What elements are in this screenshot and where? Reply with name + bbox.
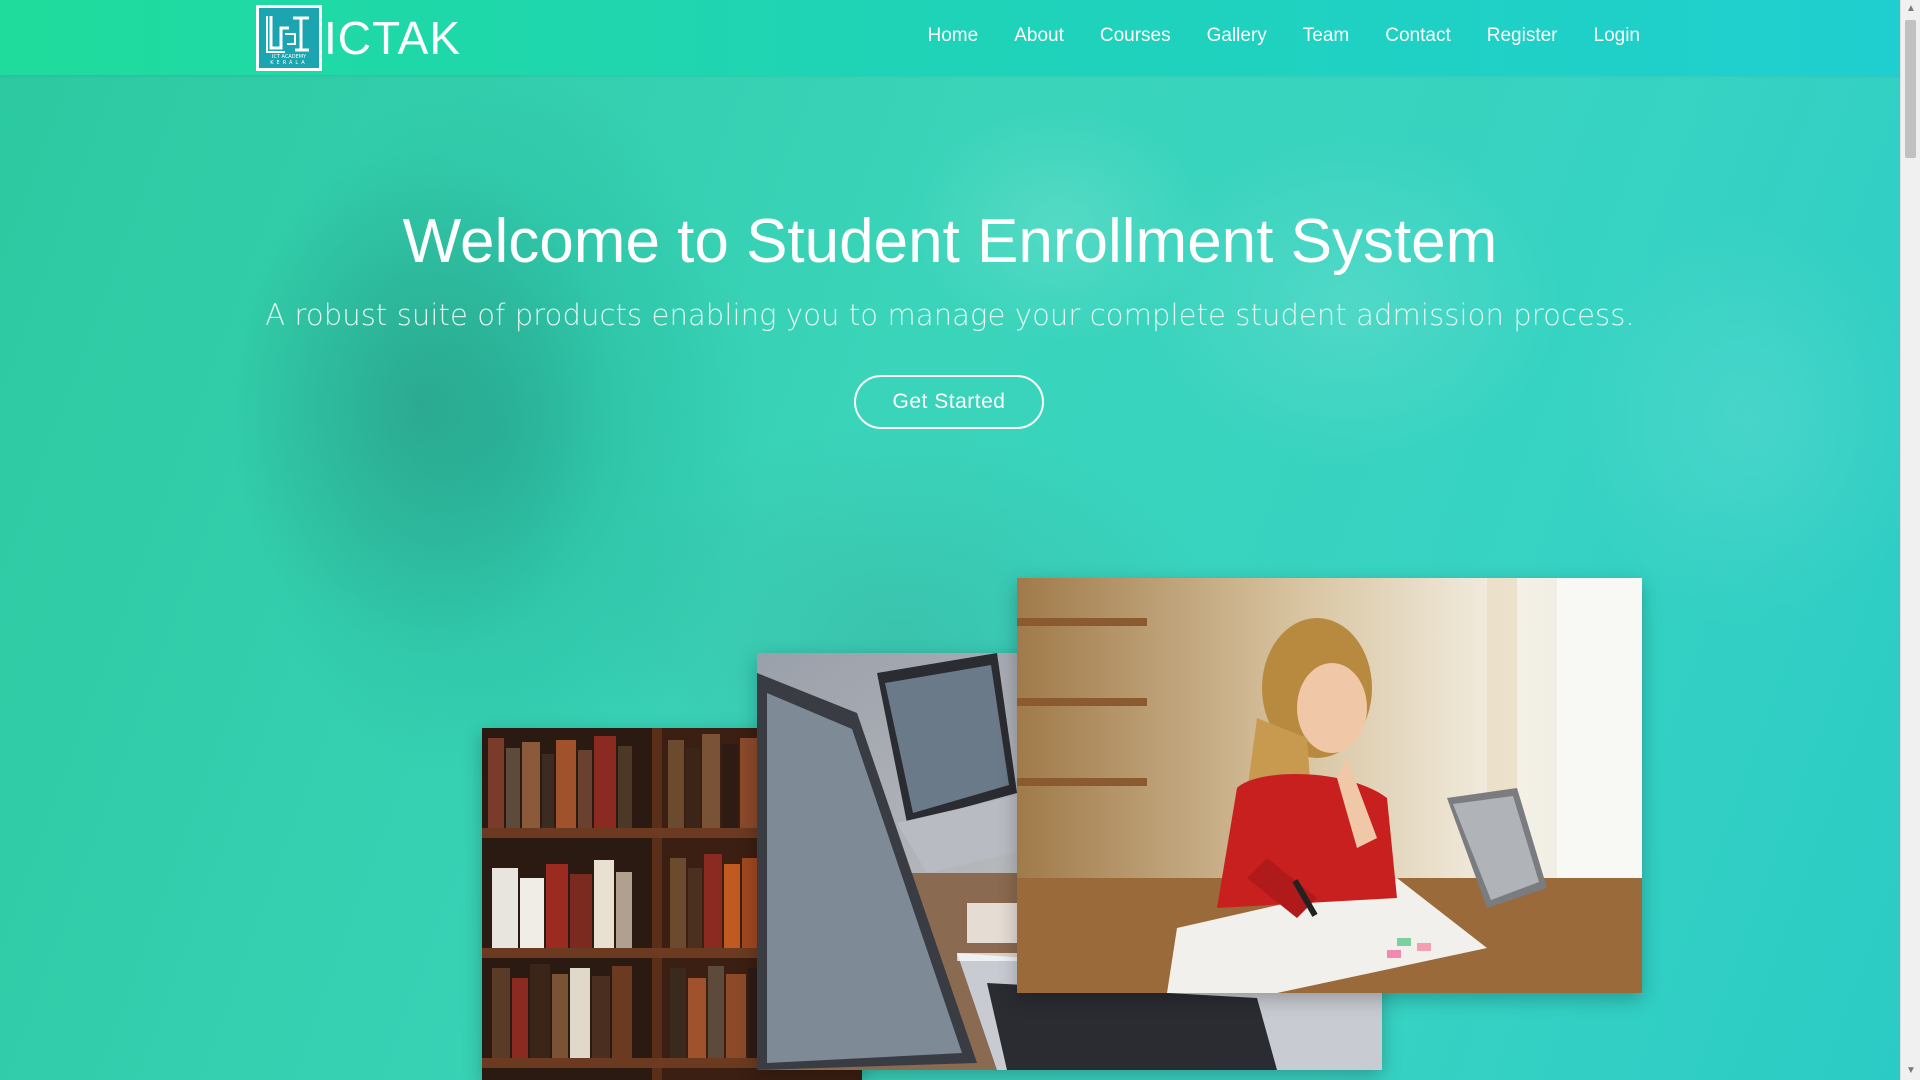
- student-studying-image: [1017, 578, 1642, 993]
- brand[interactable]: ICT ACADEMY KERALA ICTAK: [256, 2, 461, 74]
- nav-register[interactable]: Register: [1487, 25, 1558, 47]
- chevron-down-icon[interactable]: ▼: [1901, 1062, 1920, 1080]
- nav-home[interactable]: Home: [928, 25, 979, 47]
- logo-text-bottom: KERALA: [270, 60, 308, 66]
- hero-subtitle: A robust suite of products enabling you …: [265, 298, 1635, 332]
- nav-team[interactable]: Team: [1303, 25, 1349, 47]
- nav-about[interactable]: About: [1014, 25, 1064, 47]
- ictak-logo: ICT ACADEMY KERALA: [256, 5, 322, 71]
- nav-courses[interactable]: Courses: [1100, 25, 1171, 47]
- navbar: ICT ACADEMY KERALA ICTAK Home About Cour…: [0, 0, 1900, 75]
- hero-title: Welcome to Student Enrollment System: [402, 207, 1498, 276]
- get-started-button[interactable]: Get Started: [854, 375, 1044, 429]
- nav-login[interactable]: Login: [1594, 25, 1641, 47]
- main-nav: Home About Courses Gallery Team Contact …: [892, 0, 1640, 72]
- nav-contact[interactable]: Contact: [1385, 25, 1450, 47]
- vertical-scrollbar[interactable]: ▲ ▼: [1900, 0, 1920, 1080]
- scrollbar-thumb[interactable]: [1905, 20, 1916, 158]
- chevron-up-icon[interactable]: ▲: [1901, 0, 1920, 18]
- nav-gallery[interactable]: Gallery: [1207, 25, 1267, 47]
- brand-name: ICTAK: [324, 12, 462, 64]
